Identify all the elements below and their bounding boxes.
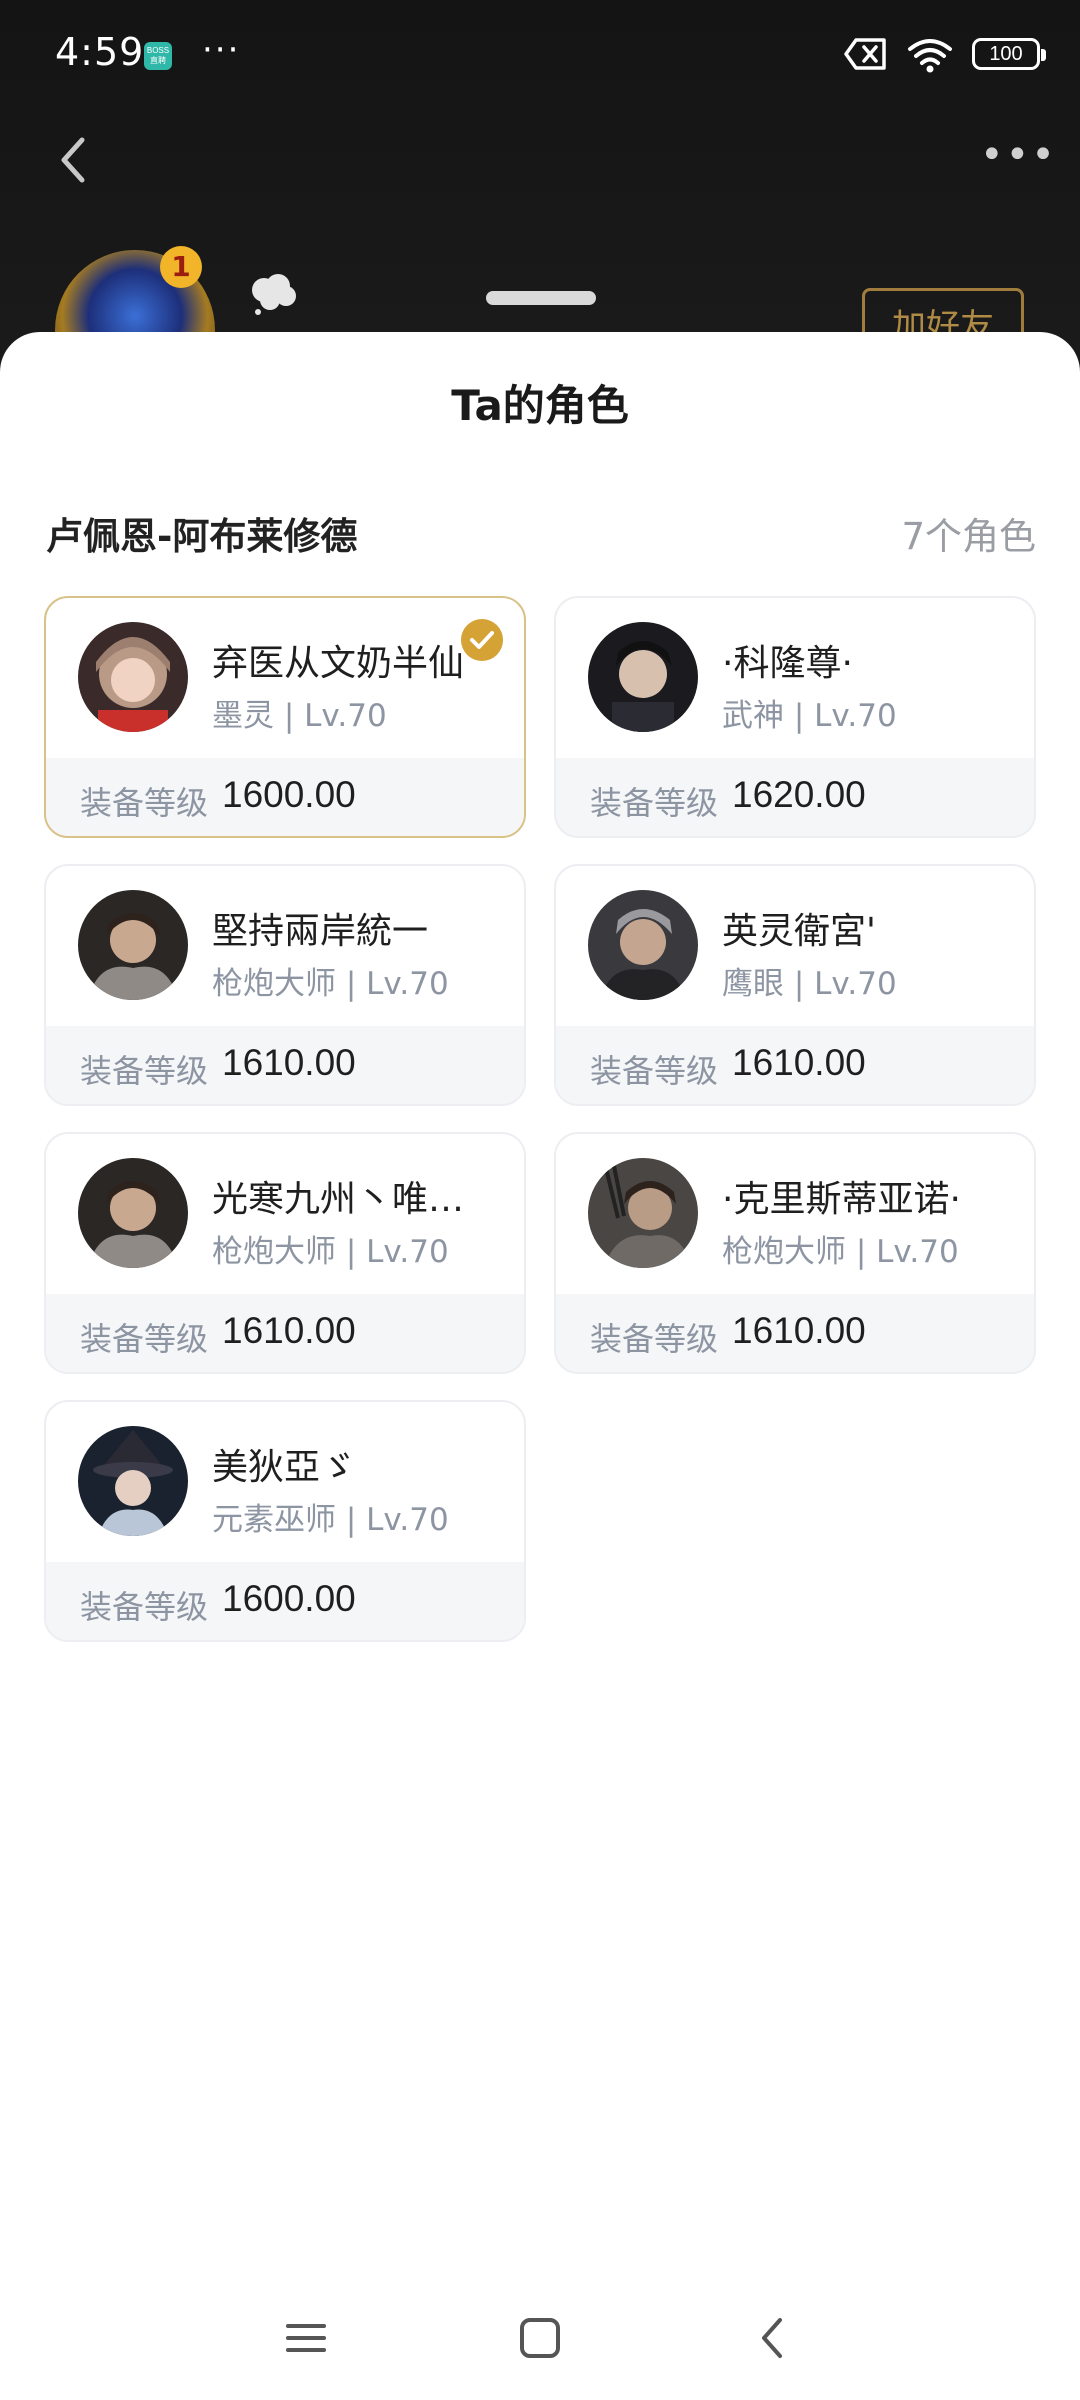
character-class-level: 枪炮大师 | Lv.70 xyxy=(212,1234,449,1270)
back-chevron-icon[interactable] xyxy=(44,130,104,190)
no-sim-icon xyxy=(844,38,886,70)
gear-level-value: 1620.00 xyxy=(732,774,866,815)
card-footer: 装备等级 1610.00 xyxy=(46,1294,524,1372)
battery-indicator: 100 xyxy=(972,38,1046,70)
gear-level-label: 装备等级 xyxy=(590,1320,719,1358)
character-name: 英灵衛宮' xyxy=(722,911,876,952)
gear-level-label: 装备等级 xyxy=(590,1052,719,1090)
gear-level-value: 1610.00 xyxy=(732,1310,866,1351)
character-card[interactable]: ·克里斯蒂亚诺· 枪炮大师 | Lv.70 装备等级 1610.00 xyxy=(554,1132,1036,1374)
card-footer: 装备等级 1610.00 xyxy=(556,1026,1034,1104)
more-options-icon[interactable]: ••• xyxy=(980,135,1055,180)
gear-level-value: 1610.00 xyxy=(222,1310,356,1351)
character-avatar xyxy=(78,622,188,732)
character-class-level: 鹰眼 | Lv.70 xyxy=(722,966,897,1002)
gear-level-value: 1600.00 xyxy=(222,1578,356,1619)
character-class-level: 元素巫师 | Lv.70 xyxy=(212,1502,449,1538)
card-footer: 装备等级 1610.00 xyxy=(46,1026,524,1104)
character-name: 堅持兩岸統一 xyxy=(212,911,429,952)
wifi-icon xyxy=(908,39,952,73)
top-nav: ••• xyxy=(0,120,1080,200)
character-card[interactable]: 光寒九州丶唯… 枪炮大师 | Lv.70 装备等级 1610.00 xyxy=(44,1132,526,1374)
character-avatar xyxy=(78,1426,188,1536)
character-count: 7个角色 xyxy=(901,515,1036,558)
gear-level-label: 装备等级 xyxy=(590,784,719,822)
home-square-icon[interactable] xyxy=(512,2310,568,2366)
system-nav-bar xyxy=(0,2280,1080,2390)
card-footer: 装备等级 1600.00 xyxy=(46,1562,524,1640)
character-avatar xyxy=(588,890,698,1000)
status-indicators: 100 xyxy=(844,34,1046,74)
character-class-level: 墨灵 | Lv.70 xyxy=(212,698,387,734)
status-bar: 4:59 BOSS直聘 ··· 100 xyxy=(0,0,1080,110)
character-class-level: 枪炮大师 | Lv.70 xyxy=(212,966,449,1002)
card-header: ·克里斯蒂亚诺· 枪炮大师 | Lv.70 xyxy=(556,1134,1034,1294)
character-name: ·克里斯蒂亚诺· xyxy=(722,1179,961,1220)
character-avatar xyxy=(588,1158,698,1268)
card-footer: 装备等级 1610.00 xyxy=(556,1294,1034,1372)
card-header: 英灵衛宮' 鹰眼 | Lv.70 xyxy=(556,866,1034,1026)
character-card[interactable]: 美狄亞ゞ 元素巫师 | Lv.70 装备等级 1600.00 xyxy=(44,1400,526,1642)
character-avatar xyxy=(78,1158,188,1268)
card-footer: 装备等级 1620.00 xyxy=(556,758,1034,836)
character-name: ·科隆尊· xyxy=(722,643,853,684)
sheet-title: Ta的角色 xyxy=(451,381,629,430)
gear-level-value: 1610.00 xyxy=(732,1042,866,1083)
card-footer: 装备等级 1600.00 xyxy=(46,758,524,836)
gear-level-value: 1610.00 xyxy=(222,1042,356,1083)
card-header: 堅持兩岸統一 枪炮大师 | Lv.70 xyxy=(46,866,524,1026)
card-header: 弃医从文奶半仙 墨灵 | Lv.70 xyxy=(46,598,524,758)
card-header: ·科隆尊· 武神 | Lv.70 xyxy=(556,598,1034,758)
profile-level-badge: 1 xyxy=(160,246,202,288)
character-name: 光寒九州丶唯… xyxy=(212,1179,465,1220)
gear-level-label: 装备等级 xyxy=(80,1320,209,1358)
character-name: 美狄亞ゞ xyxy=(212,1447,357,1488)
status-more-icon: ··· xyxy=(202,30,241,70)
gear-level-label: 装备等级 xyxy=(80,1588,209,1626)
status-time: 4:59 xyxy=(55,30,145,74)
boss-app-icon: BOSS直聘 xyxy=(144,42,172,70)
gear-level-value: 1600.00 xyxy=(222,774,356,815)
gear-level-label: 装备等级 xyxy=(80,1052,209,1090)
gear-level-label: 装备等级 xyxy=(80,784,209,822)
selected-check-icon xyxy=(461,619,503,661)
sheet-drag-handle[interactable] xyxy=(486,291,596,305)
character-class-level: 枪炮大师 | Lv.70 xyxy=(722,1234,959,1270)
back-icon[interactable] xyxy=(746,2310,802,2366)
characters-sheet: Ta的角色 卢佩恩-阿布莱修德 7个角色 弃医从文奶半仙 墨灵 | Lv.70 … xyxy=(0,332,1080,2400)
character-card[interactable]: ·科隆尊· 武神 | Lv.70 装备等级 1620.00 xyxy=(554,596,1036,838)
thought-bubble-icon xyxy=(252,274,296,315)
character-card[interactable]: 堅持兩岸統一 枪炮大师 | Lv.70 装备等级 1610.00 xyxy=(44,864,526,1106)
character-card[interactable]: 弃医从文奶半仙 墨灵 | Lv.70 装备等级 1600.00 xyxy=(44,596,526,838)
card-header: 美狄亞ゞ 元素巫师 | Lv.70 xyxy=(46,1402,524,1562)
character-avatar xyxy=(588,622,698,732)
character-avatar xyxy=(78,890,188,1000)
menu-icon[interactable] xyxy=(278,2310,334,2366)
character-class-level: 武神 | Lv.70 xyxy=(722,698,897,734)
character-card[interactable]: 英灵衛宮' 鹰眼 | Lv.70 装备等级 1610.00 xyxy=(554,864,1036,1106)
card-header: 光寒九州丶唯… 枪炮大师 | Lv.70 xyxy=(46,1134,524,1294)
server-name: 卢佩恩-阿布莱修德 xyxy=(46,515,358,558)
